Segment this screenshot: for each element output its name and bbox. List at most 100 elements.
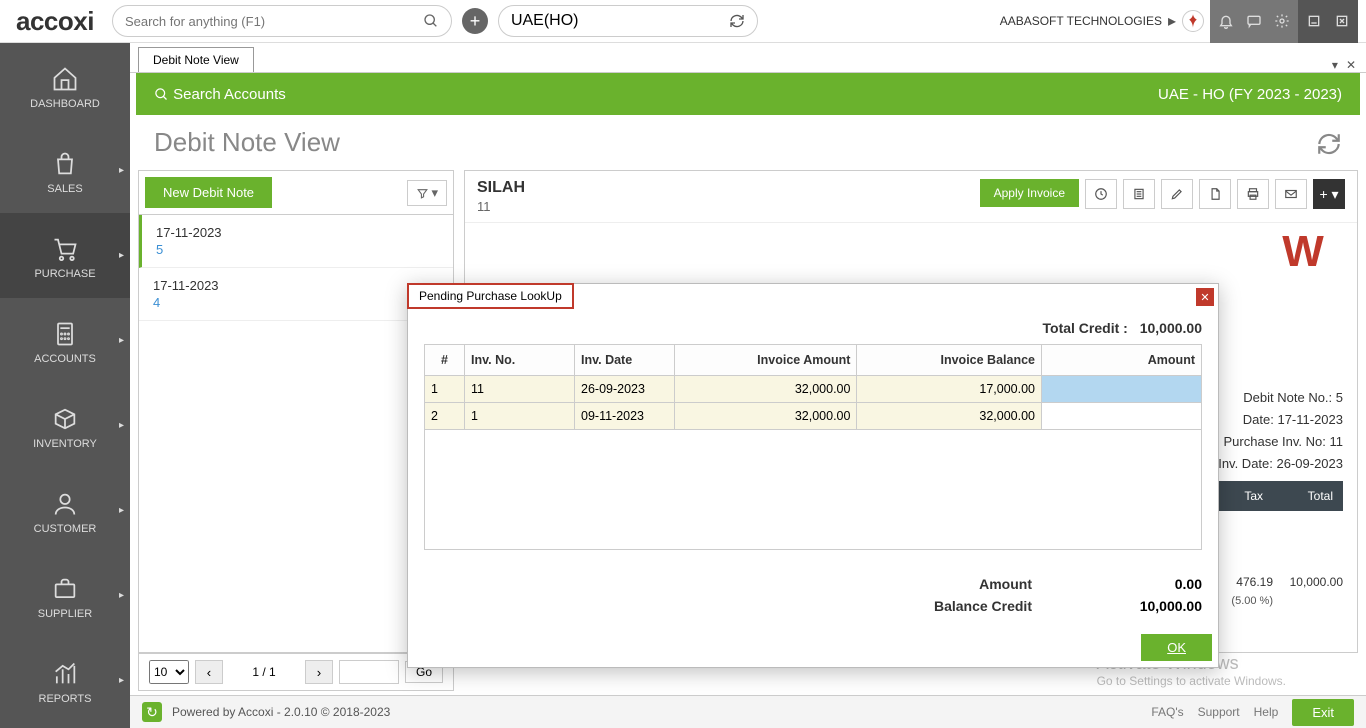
sidebar-label: ACCOUNTS bbox=[34, 353, 96, 365]
ledger-icon[interactable] bbox=[1123, 179, 1155, 209]
minimize-icon[interactable] bbox=[1306, 12, 1322, 30]
total-credit-value: 10,000.00 bbox=[1140, 320, 1202, 336]
summary-balance-label: Balance Credit bbox=[712, 598, 1092, 614]
help-link[interactable]: Help bbox=[1254, 705, 1279, 719]
email-icon[interactable] bbox=[1275, 179, 1307, 209]
ok-button[interactable]: OK bbox=[1141, 634, 1212, 661]
totals-header-total: Total bbox=[1273, 481, 1343, 511]
chevron-right-icon: ▸ bbox=[119, 505, 124, 516]
col-balance: Invoice Balance bbox=[857, 345, 1042, 376]
company-name[interactable]: AABASOFT TECHNOLOGIES bbox=[1000, 14, 1162, 28]
sidebar-item-customer[interactable]: CUSTOMER ▸ bbox=[0, 468, 130, 553]
cell-invno: 1 bbox=[465, 403, 575, 430]
refresh-icon[interactable] bbox=[1316, 127, 1342, 158]
pager-goto-input[interactable] bbox=[339, 660, 399, 684]
sidebar-item-sales[interactable]: SALES ▸ bbox=[0, 128, 130, 213]
branch-name: UAE(HO) bbox=[511, 12, 579, 30]
logo: accoxi bbox=[8, 6, 102, 37]
sidebar-item-inventory[interactable]: INVENTORY ▸ bbox=[0, 383, 130, 468]
sidebar: DASHBOARD SALES ▸ PURCHASE ▸ ACCOUNTS ▸ … bbox=[0, 43, 130, 728]
party-name: SILAH bbox=[477, 179, 525, 197]
chevron-right-icon: ▸ bbox=[119, 420, 124, 431]
bell-icon[interactable] bbox=[1218, 12, 1234, 30]
cell-amt-input[interactable] bbox=[1042, 403, 1202, 430]
cell-invno: 11 bbox=[465, 376, 575, 403]
search-input[interactable] bbox=[125, 14, 423, 29]
tab-debit-note-view[interactable]: Debit Note View bbox=[138, 47, 254, 72]
summary-amount-value: 0.00 bbox=[1092, 576, 1202, 592]
sync-icon[interactable] bbox=[729, 12, 745, 30]
add-button[interactable]: + bbox=[462, 8, 488, 34]
branch-selector[interactable]: UAE(HO) bbox=[498, 5, 758, 37]
close-icon[interactable] bbox=[1334, 12, 1350, 30]
search-icon[interactable] bbox=[423, 12, 439, 30]
pdf-icon[interactable] bbox=[1199, 179, 1231, 209]
col-amount: Invoice Amount bbox=[675, 345, 857, 376]
table-row[interactable]: 2 1 09-11-2023 32,000.00 32,000.00 bbox=[425, 403, 1202, 430]
chevron-right-icon: ▸ bbox=[119, 675, 124, 686]
sidebar-label: DASHBOARD bbox=[30, 98, 100, 110]
more-button[interactable]: + ▾ bbox=[1313, 179, 1345, 209]
support-link[interactable]: Support bbox=[1198, 705, 1240, 719]
print-icon[interactable] bbox=[1237, 179, 1269, 209]
list-item-number: 5 bbox=[156, 242, 439, 257]
gear-icon[interactable] bbox=[1274, 12, 1290, 30]
summary-balance-value: 10,000.00 bbox=[1092, 598, 1202, 614]
faqs-link[interactable]: FAQ's bbox=[1151, 705, 1183, 719]
party-sub: 11 bbox=[477, 199, 525, 214]
global-search[interactable] bbox=[112, 5, 452, 37]
list-item-date: 17-11-2023 bbox=[153, 278, 439, 293]
cell-balance: 32,000.00 bbox=[857, 403, 1042, 430]
col-hash: # bbox=[425, 345, 465, 376]
sidebar-item-purchase[interactable]: PURCHASE ▸ bbox=[0, 213, 130, 298]
modal-title: Pending Purchase LookUp bbox=[407, 283, 574, 309]
footer-bar: ↻ Powered by Accoxi - 2.0.10 © 2018-2023… bbox=[130, 695, 1366, 728]
sidebar-label: INVENTORY bbox=[33, 438, 97, 450]
exit-button[interactable]: Exit bbox=[1292, 699, 1354, 726]
sidebar-item-supplier[interactable]: SUPPLIER ▸ bbox=[0, 553, 130, 638]
tab-minimize-icon[interactable]: ▾ bbox=[1332, 58, 1338, 72]
page-title: Debit Note View bbox=[154, 127, 340, 158]
pending-purchase-table: # Inv. No. Inv. Date Invoice Amount Invo… bbox=[424, 344, 1202, 430]
tab-close-icon[interactable]: ✕ bbox=[1346, 58, 1356, 72]
briefcase-icon bbox=[51, 572, 79, 604]
tab-strip: Debit Note View ▾ ✕ bbox=[130, 43, 1366, 73]
list-item-date: 17-11-2023 bbox=[156, 225, 439, 240]
chat-icon[interactable] bbox=[1246, 12, 1262, 30]
chevron-right-icon: ▸ bbox=[119, 250, 124, 261]
chevron-right-icon: ▸ bbox=[119, 165, 124, 176]
list-item[interactable]: 17-11-2023 4 bbox=[139, 268, 453, 321]
summary-amount-label: Amount bbox=[712, 576, 1092, 592]
sidebar-label: SUPPLIER bbox=[38, 608, 92, 620]
sidebar-item-dashboard[interactable]: DASHBOARD bbox=[0, 43, 130, 128]
chart-icon bbox=[51, 657, 79, 689]
edit-icon[interactable] bbox=[1161, 179, 1193, 209]
pager-prev-button[interactable]: ‹ bbox=[195, 660, 223, 684]
filter-button[interactable]: ▾ bbox=[407, 180, 447, 206]
col-invdate: Inv. Date bbox=[575, 345, 675, 376]
modal-close-button[interactable]: ✕ bbox=[1196, 288, 1214, 306]
chevron-down-icon: ▾ bbox=[431, 185, 438, 201]
table-row[interactable]: 1 11 26-09-2023 32,000.00 17,000.00 bbox=[425, 376, 1202, 403]
col-amt: Amount bbox=[1042, 345, 1202, 376]
pager-info: 1 / 1 bbox=[229, 665, 299, 679]
page-size-select[interactable]: 10 bbox=[149, 660, 189, 684]
pager-next-button[interactable]: › bbox=[305, 660, 333, 684]
cell-invdate: 09-11-2023 bbox=[575, 403, 675, 430]
sidebar-label: REPORTS bbox=[39, 693, 92, 705]
topbar: accoxi + UAE(HO) AABASOFT TECHNOLOGIES ▸ bbox=[0, 0, 1366, 43]
sidebar-item-accounts[interactable]: ACCOUNTS ▸ bbox=[0, 298, 130, 383]
cell-balance: 17,000.00 bbox=[857, 376, 1042, 403]
history-icon[interactable] bbox=[1085, 179, 1117, 209]
cell-amt-input[interactable] bbox=[1042, 376, 1202, 403]
person-icon bbox=[51, 487, 79, 519]
search-accounts-button[interactable]: Search Accounts bbox=[154, 86, 286, 103]
green-bar: Search Accounts UAE - HO (FY 2023 - 2023… bbox=[136, 73, 1360, 115]
sidebar-item-reports[interactable]: REPORTS ▸ bbox=[0, 638, 130, 723]
box-icon bbox=[51, 402, 79, 434]
sidebar-label: PURCHASE bbox=[34, 268, 95, 280]
cell-invdate: 26-09-2023 bbox=[575, 376, 675, 403]
new-debit-note-button[interactable]: New Debit Note bbox=[145, 177, 272, 208]
apply-invoice-button[interactable]: Apply Invoice bbox=[980, 179, 1079, 207]
list-item[interactable]: 17-11-2023 5 bbox=[139, 215, 453, 268]
